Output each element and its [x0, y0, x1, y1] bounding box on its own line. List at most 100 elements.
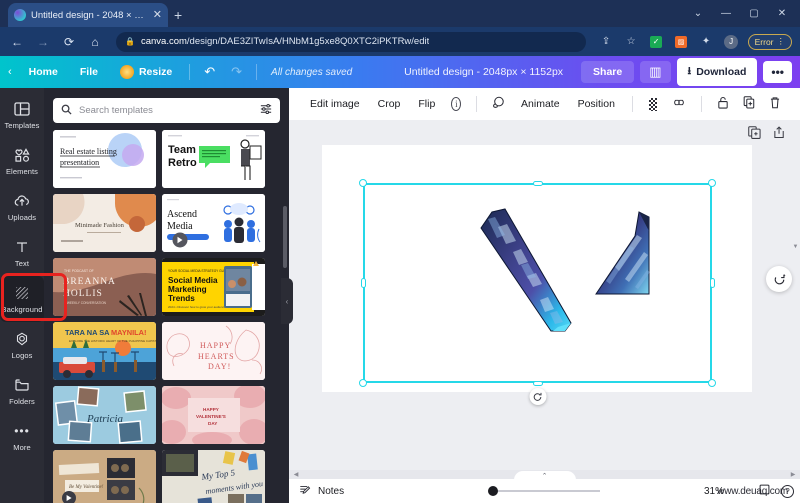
scroll-left-icon[interactable]: ◀ [291, 470, 301, 479]
more-options-button[interactable]: ••• [763, 61, 792, 83]
vertical-scrollbar[interactable]: ▼ [791, 238, 800, 256]
collapse-panel-button[interactable]: ‹ [281, 278, 293, 324]
rotate-icon[interactable] [529, 388, 546, 405]
resize-button[interactable]: Resize [109, 65, 183, 79]
lock-icon[interactable] [710, 96, 736, 112]
resize-handle-top-center[interactable] [532, 180, 543, 186]
svg-text:Marketing: Marketing [168, 285, 207, 294]
notes-expand-handle[interactable]: ⌃ [513, 471, 576, 480]
sidebar-item-folders[interactable]: Folders [0, 368, 44, 414]
sidebar-item-text[interactable]: Text [0, 230, 44, 276]
sidebar-item-elements[interactable]: Elements [0, 138, 44, 184]
template-card[interactable]: Real estate listing presentation Real es… [53, 130, 156, 188]
document-title[interactable]: Untitled design - 2048px × 1152px [404, 66, 563, 78]
svg-text:Ascend: Ascend [167, 209, 197, 220]
window-close-icon[interactable]: ✕ [768, 2, 796, 24]
template-card[interactable]: Patricia Patricia [53, 386, 156, 444]
error-badge[interactable]: Error ⋮ [747, 33, 792, 50]
sidebar-item-background[interactable]: Background [0, 276, 44, 322]
address-bar[interactable]: 🔒 canva.com/design/DAE3ZITwIsA/HNbM1g5xe… [116, 31, 586, 52]
share-page-icon[interactable]: ⇪ [598, 33, 615, 50]
reload-icon[interactable]: ⟳ [60, 33, 78, 51]
extension-puzzle-icon[interactable]: ✦ [698, 33, 715, 50]
minimize-icon[interactable]: — [712, 2, 740, 24]
duplicate-icon[interactable] [736, 96, 762, 112]
svg-text:TARA NA SA: TARA NA SA [65, 328, 110, 337]
position-button[interactable]: Position [569, 98, 624, 110]
sidebar-item-more[interactable]: ••• More [0, 414, 44, 460]
resize-handle-bottom-right[interactable] [708, 379, 716, 387]
forward-icon[interactable]: → [34, 33, 52, 51]
home-button[interactable]: Home [18, 66, 69, 78]
new-tab-button[interactable]: + [174, 7, 182, 23]
duplicate-page-icon[interactable] [748, 126, 761, 142]
resize-handle-bottom-left[interactable] [359, 379, 367, 387]
error-label: Error [754, 36, 774, 47]
maximize-icon[interactable]: ▢ [740, 2, 768, 24]
magic-animate-button[interactable] [766, 266, 792, 292]
home-icon[interactable]: ⌂ [86, 33, 104, 51]
search-input[interactable]: Search templates [53, 98, 280, 123]
resize-handle-top-left[interactable] [359, 179, 367, 187]
download-button[interactable]: ⭳ Download [676, 58, 758, 86]
template-card[interactable]: HAPPY HEARTS DAY! HAPPY HEARTS DAY [162, 322, 265, 380]
extension-orange-icon[interactable]: ▨ [673, 33, 690, 50]
sidebar-item-uploads[interactable]: Uploads [0, 184, 44, 230]
template-card[interactable]: My Top 5 moments with you My Top 5 momen… [162, 450, 265, 503]
template-card[interactable]: THE PODCAST OF BREANNA HOLLIS A WEEKLY C… [53, 258, 156, 316]
link-icon[interactable] [665, 96, 693, 112]
back-icon[interactable]: ← [8, 33, 26, 51]
zoom-knob[interactable] [487, 486, 498, 496]
svg-text:A WEEKLY CONVERSATION: A WEEKLY CONVERSATION [64, 301, 107, 305]
crop-button[interactable]: Crop [369, 98, 410, 110]
template-card[interactable]: YOUR SOCIAL MEDIA STRATEGY GUIDE Social … [162, 258, 265, 316]
trash-icon[interactable] [762, 96, 788, 112]
template-card[interactable]: HAPPY VALENTINE'S DAY HAPPY VALENTINE'S … [162, 386, 265, 444]
avatar-initial: J [724, 34, 739, 49]
kebab-menu-icon[interactable]: ⋮ [777, 36, 786, 47]
resize-handle-bottom-center[interactable] [532, 380, 543, 386]
undo-icon[interactable]: ↶ [196, 64, 223, 80]
sidebar-item-logos[interactable]: Logos [0, 322, 44, 368]
profile-avatar[interactable]: J [723, 33, 740, 50]
resize-handle-middle-right[interactable] [709, 278, 715, 288]
template-card[interactable]: Minimade Fashion Minimade Fashion [53, 194, 156, 252]
tune-icon[interactable] [260, 103, 272, 118]
close-icon[interactable]: ✕ [153, 9, 162, 21]
scroll-right-icon[interactable]: ▶ [788, 470, 798, 479]
animate-icon[interactable] [485, 96, 512, 112]
edit-image-button[interactable]: Edit image [301, 98, 369, 110]
template-card[interactable]: Ascend Media Ascend Media [162, 194, 265, 252]
animate-button[interactable]: Animate [512, 98, 569, 110]
insights-chart-icon[interactable]: ▥ [640, 61, 671, 83]
template-card[interactable]: Team Retro Team Retro [162, 130, 265, 188]
template-card[interactable]: Be My Valentine! Be My Valentine! [53, 450, 156, 503]
editor-toolbar: Edit image Crop Flip i Animate Position [289, 88, 800, 120]
resize-handle-top-right[interactable] [708, 179, 716, 187]
extension-green-icon[interactable]: ✓ [648, 33, 665, 50]
flip-button[interactable]: Flip [409, 98, 444, 110]
notes-label[interactable]: Notes [318, 486, 344, 497]
add-page-icon[interactable] [773, 126, 786, 142]
help-icon[interactable]: ? [781, 484, 794, 498]
zoom-slider[interactable] [487, 486, 600, 496]
design-canvas[interactable] [322, 145, 752, 405]
sidebar-item-templates[interactable]: Templates [0, 92, 44, 138]
notes-icon[interactable] [299, 484, 311, 499]
panel-scrollbar[interactable] [283, 206, 287, 268]
bookmark-star-icon[interactable]: ☆ [623, 33, 640, 50]
resize-handle-middle-left[interactable] [360, 278, 366, 288]
fullscreen-icon[interactable] [759, 484, 770, 498]
download-icon: ⭳ [687, 65, 692, 77]
transparency-icon[interactable] [648, 97, 658, 111]
template-card[interactable]: TARA NA SA MAYNILA! EXPLORE THE HISTORIC… [53, 322, 156, 380]
ext-green-glyph: ✓ [650, 35, 663, 48]
browser-tab[interactable]: Untitled design - 2048 × 1152px ✕ [8, 3, 168, 27]
chevron-down-icon[interactable]: ⌄ [684, 2, 712, 24]
info-icon[interactable]: i [451, 97, 462, 111]
share-button[interactable]: Share [581, 61, 635, 83]
file-menu-button[interactable]: File [69, 66, 109, 78]
back-chevron-icon[interactable]: ‹ [8, 66, 12, 78]
redo-icon[interactable]: ↷ [223, 64, 250, 80]
elements-icon [13, 146, 31, 164]
